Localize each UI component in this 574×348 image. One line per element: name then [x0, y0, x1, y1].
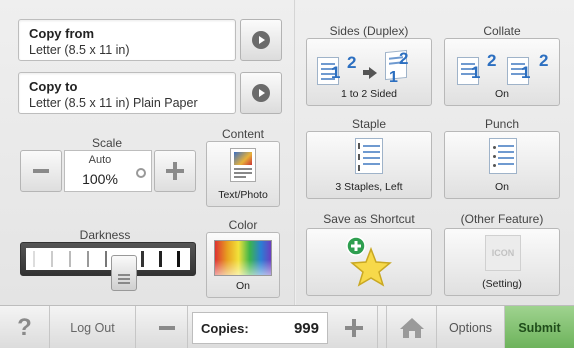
sides-value: 1 to 2 Sided: [340, 88, 398, 100]
collate-button[interactable]: 1 2 1 2 On: [444, 38, 560, 106]
options-label: Options: [448, 320, 493, 335]
shortcut-label: Save as Shortcut: [323, 212, 415, 226]
staple-icon: [355, 138, 383, 174]
scale-mode: Auto: [88, 154, 112, 166]
punch-label: Punch: [484, 117, 520, 131]
bottom-bar: ? Log Out Copies: 999 Options Submit: [0, 305, 574, 348]
save-shortcut-button[interactable]: [306, 228, 432, 296]
darkness-slider[interactable]: [20, 242, 196, 291]
panel-divider: [294, 0, 296, 305]
copy-from-title: Copy from: [29, 26, 94, 41]
punch-icon: [489, 138, 517, 174]
minus-icon: [33, 169, 49, 173]
content-value: Text/Photo: [218, 189, 268, 201]
sides-button[interactable]: 1 2 2 1 1 to 2 Sided: [306, 38, 432, 106]
content-label: Content: [221, 127, 265, 141]
other-feature-label: (Other Feature): [460, 212, 544, 226]
sides-label: Sides (Duplex): [329, 24, 409, 38]
scale-value: 100%: [82, 171, 118, 187]
options-button[interactable]: Options: [437, 306, 505, 348]
copy-to-title: Copy to: [29, 79, 78, 94]
placeholder-icon: ICON: [485, 235, 521, 271]
scale-increase-button[interactable]: [154, 150, 196, 192]
help-icon: ?: [17, 313, 32, 341]
scale-decrease-button[interactable]: [20, 150, 62, 192]
copies-increase-button[interactable]: [330, 306, 378, 348]
copies-value: 999: [293, 320, 319, 337]
duplex-icon: 1 2 2 1: [317, 47, 427, 91]
copy-from-field[interactable]: Copy from Letter (8.5 x 11 in): [18, 19, 236, 61]
plus-icon: [166, 162, 184, 180]
text-photo-icon: [230, 148, 256, 182]
logout-label: Log Out: [70, 320, 115, 335]
darkness-label: Darkness: [79, 228, 131, 242]
scale-value-box[interactable]: Auto 100%: [64, 150, 152, 192]
copies-field[interactable]: Copies: 999: [192, 312, 328, 344]
arrow-right-icon: [252, 31, 270, 49]
copies-label: Copies:: [201, 321, 249, 336]
auto-indicator-icon: [136, 168, 146, 178]
plus-icon: [344, 318, 363, 337]
staple-button[interactable]: 3 Staples, Left: [306, 131, 432, 199]
punch-value: On: [494, 181, 509, 193]
color-spectrum-icon: [214, 240, 272, 276]
copy-from-button[interactable]: [240, 19, 282, 61]
copies-decrease-button[interactable]: [146, 306, 188, 348]
darkness-thumb[interactable]: [111, 255, 137, 291]
arrow-right-icon: [252, 84, 270, 102]
copy-to-value: Letter (8.5 x 11 in) Plain Paper: [29, 96, 198, 110]
home-icon: [399, 317, 424, 338]
other-feature-value: (Setting): [482, 278, 522, 290]
other-feature-button[interactable]: ICON (Setting): [444, 228, 560, 296]
staple-value: 3 Staples, Left: [335, 181, 403, 193]
color-button[interactable]: On: [206, 232, 280, 298]
content-button[interactable]: Text/Photo: [206, 141, 280, 207]
help-button[interactable]: ?: [0, 306, 50, 348]
color-label: Color: [228, 218, 258, 232]
punch-button[interactable]: On: [444, 131, 560, 199]
color-value: On: [235, 280, 250, 292]
home-button[interactable]: [387, 306, 437, 348]
staple-label: Staple: [351, 117, 387, 131]
submit-label: Submit: [518, 320, 561, 335]
minus-icon: [158, 325, 175, 330]
copy-to-button[interactable]: [240, 72, 282, 114]
collate-label: Collate: [483, 24, 521, 38]
scale-label: Scale: [91, 136, 123, 150]
logout-button[interactable]: Log Out: [50, 306, 136, 348]
copy-from-value: Letter (8.5 x 11 in): [29, 43, 130, 57]
collate-icon: 1 2 1 2: [453, 47, 553, 91]
submit-button[interactable]: Submit: [505, 306, 574, 348]
copy-to-field[interactable]: Copy to Letter (8.5 x 11 in) Plain Paper: [18, 72, 236, 114]
collate-value: On: [494, 88, 509, 100]
star-shortcut-icon: [346, 236, 392, 287]
